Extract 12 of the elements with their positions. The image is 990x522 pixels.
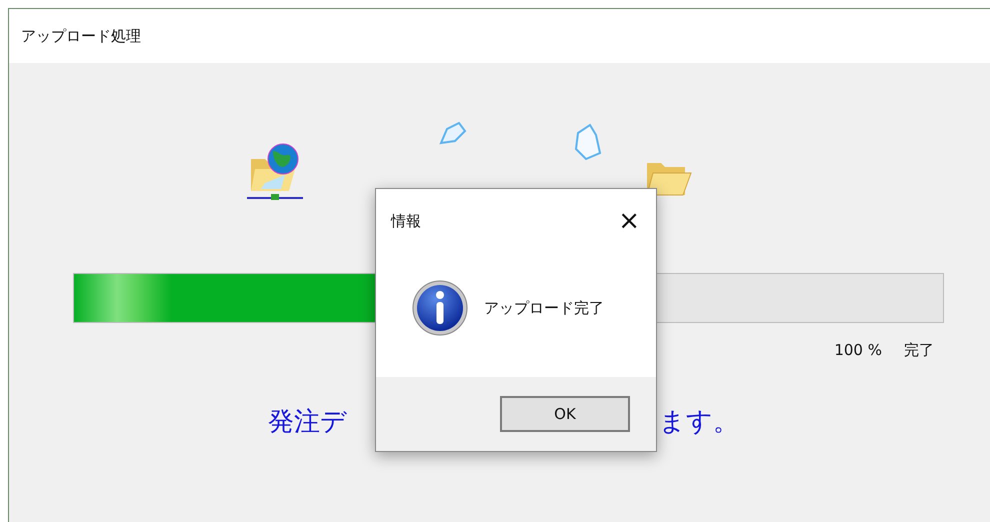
- close-button[interactable]: ×: [616, 208, 642, 234]
- status-message: ます。: [659, 406, 739, 439]
- status-label: 完了: [904, 341, 934, 360]
- dialog-message: アップロード完了: [484, 298, 604, 318]
- paper-icon: [572, 123, 604, 161]
- ok-button[interactable]: OK: [500, 396, 630, 432]
- status-message: 発注デ: [268, 406, 347, 439]
- dialog-title: 情報: [391, 212, 421, 230]
- percent-label: 100 %: [834, 341, 882, 360]
- network-folder-icon: [247, 141, 303, 201]
- window-title: アップロード処理: [21, 26, 141, 46]
- info-icon: [412, 280, 468, 336]
